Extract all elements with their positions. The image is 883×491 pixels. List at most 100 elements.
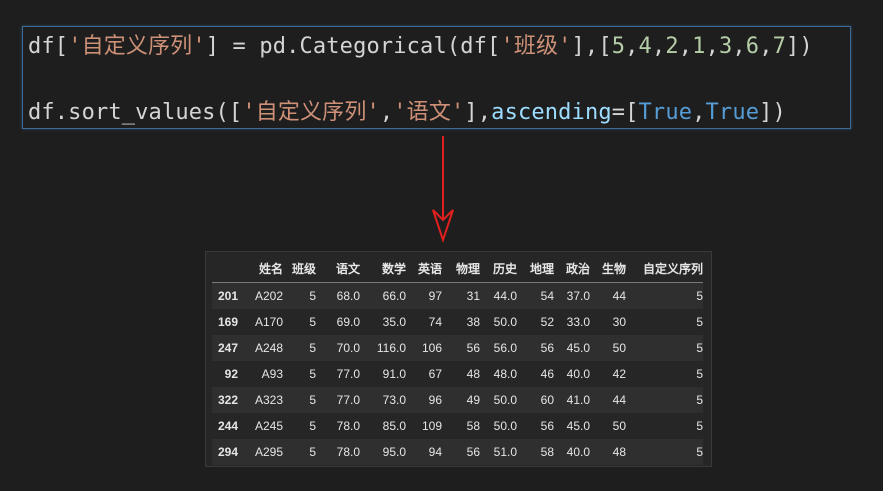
table-cell: 40.0 — [566, 445, 590, 459]
code-token: 5 — [611, 34, 626, 59]
column-header: 地理 — [517, 255, 554, 283]
table-row: 92 A93 5 77.0 91.0 67 48 48.0 46 40.0 42 5 — [212, 361, 703, 387]
code-token: , — [379, 100, 394, 125]
table-cell: 50.0 — [493, 315, 517, 329]
table-cell: 5 — [309, 445, 316, 459]
table-cell: A245 — [254, 419, 283, 433]
table-cell: 69.0 — [336, 315, 360, 329]
table-cell: 91.0 — [382, 367, 406, 381]
table-cell: 5 — [696, 419, 703, 433]
code-token: '自定义序列' — [68, 34, 206, 59]
table-cell: 74 — [428, 315, 442, 329]
code-token: ascending — [491, 100, 612, 125]
table-cell: 77.0 — [336, 393, 360, 407]
table-cell: 46 — [540, 367, 554, 381]
column-header: 姓名 — [238, 255, 283, 283]
row-index: 201 — [217, 289, 238, 303]
table-cell: 5 — [696, 341, 703, 355]
table-cell: 33.0 — [566, 315, 590, 329]
code-line-1[interactable]: df['自定义序列'] = pd.Categorical(df['班级'],[5… — [28, 33, 813, 61]
table-cell: 41.0 — [566, 393, 590, 407]
table-cell: 5 — [696, 289, 703, 303]
code-token: 3 — [718, 34, 733, 59]
code-token: , — [692, 100, 706, 125]
table-cell: 78.0 — [336, 419, 360, 433]
table-cell: 40.0 — [566, 367, 590, 381]
table-cell: A202 — [254, 289, 283, 303]
table-row: 244 A245 5 78.0 85.0 109 58 50.0 56 45.0 50 5 — [212, 413, 703, 439]
page: df['自定义序列'] = pd.Categorical(df['班级'],[5… — [0, 0, 883, 491]
code-token: 6 — [745, 34, 760, 59]
table-cell: 48 — [466, 367, 480, 381]
table-cell: A93 — [261, 367, 283, 381]
table-cell: 96 — [428, 393, 442, 407]
column-header: 历史 — [480, 255, 517, 283]
row-index: 247 — [217, 341, 238, 355]
table-row: 322 A323 5 77.0 73.0 96 49 50.0 60 41.0 44 5 — [212, 387, 703, 413]
code-token: 7 — [772, 34, 786, 59]
column-header: 自定义序列 — [626, 255, 703, 283]
code-token: True — [705, 100, 760, 125]
code-token: '语文' — [393, 100, 465, 125]
code-token: ]) — [759, 100, 786, 125]
table-cell: 5 — [696, 315, 703, 329]
table-cell: 56 — [466, 445, 480, 459]
column-header: 语文 — [316, 255, 360, 283]
table-cell: 58 — [540, 445, 554, 459]
table-cell: 95.0 — [382, 445, 406, 459]
code-line-2[interactable]: df.sort_values(['自定义序列','语文'],ascending=… — [28, 99, 786, 127]
table-cell: 85.0 — [382, 419, 406, 433]
dataframe-output: 姓名 班级 语文 数学 英语 物理 历史 地理 政治 生物 自定义序列 201 A202 5 68.0 66… — [205, 251, 712, 467]
code-token: '自定义序列' — [242, 100, 380, 125]
code-token: , — [759, 34, 773, 59]
code-token: ]) — [786, 34, 813, 59]
table-cell: A295 — [254, 445, 283, 459]
table-cell: 42 — [612, 367, 626, 381]
table-cell: 70.0 — [336, 341, 360, 355]
table-cell: 48 — [612, 445, 626, 459]
code-token: 2 — [665, 34, 679, 59]
code-cell[interactable]: df['自定义序列'] = pd.Categorical(df['班级'],[5… — [22, 26, 851, 129]
table-cell: A248 — [254, 341, 283, 355]
table-cell: 54 — [540, 289, 554, 303]
table-cell: 56 — [466, 341, 480, 355]
table-cell: 5 — [309, 315, 316, 329]
table-header-row: 姓名 班级 语文 数学 英语 物理 历史 地理 政治 生物 自定义序列 — [212, 255, 703, 283]
table-cell: 45.0 — [566, 341, 590, 355]
table-cell: 38 — [466, 315, 480, 329]
code-token: df[ — [28, 34, 69, 59]
table-row: 201 A202 5 68.0 66.0 97 31 44.0 54 37.0 44 5 — [212, 282, 703, 309]
table-cell: 49 — [466, 393, 480, 407]
table-cell: 37.0 — [566, 289, 590, 303]
row-index: 92 — [224, 367, 238, 381]
table-cell: 77.0 — [336, 367, 360, 381]
table-cell: 5 — [309, 367, 316, 381]
table-cell: 60 — [540, 393, 554, 407]
code-token: , — [732, 34, 746, 59]
table-cell: 50 — [612, 341, 626, 355]
table-cell: 52 — [540, 315, 554, 329]
table-cell: 56 — [540, 419, 554, 433]
dataframe-table: 姓名 班级 语文 数学 英语 物理 历史 地理 政治 生物 自定义序列 201 A202 5 68.0 66… — [212, 255, 703, 465]
column-header: 英语 — [406, 255, 442, 283]
table-cell: 73.0 — [382, 393, 406, 407]
arrow-down-icon — [432, 136, 454, 244]
code-token: =[ — [611, 100, 639, 125]
table-cell: 5 — [696, 367, 703, 381]
code-token: , — [625, 34, 639, 59]
table-row: 169 A170 5 69.0 35.0 74 38 50.0 52 33.0 30 5 — [212, 309, 703, 335]
code-token: ],[ — [571, 34, 612, 59]
table-row: 247 A248 5 70.0 116.0 106 56 56.0 56 45.0 50 5 — [212, 335, 703, 361]
table-cell: 50.0 — [493, 419, 517, 433]
code-token: '班级' — [500, 34, 572, 59]
code-token: ], — [464, 100, 492, 125]
table-cell: A170 — [254, 315, 283, 329]
code-token: df.sort_values([ — [28, 100, 243, 125]
column-header: 政治 — [554, 255, 590, 283]
table-cell: 5 — [309, 393, 316, 407]
row-index: 294 — [217, 445, 238, 459]
table-cell: 5 — [696, 393, 703, 407]
table-cell: 45.0 — [566, 419, 590, 433]
table-cell: 30 — [612, 315, 626, 329]
table-cell: 109 — [421, 419, 442, 433]
